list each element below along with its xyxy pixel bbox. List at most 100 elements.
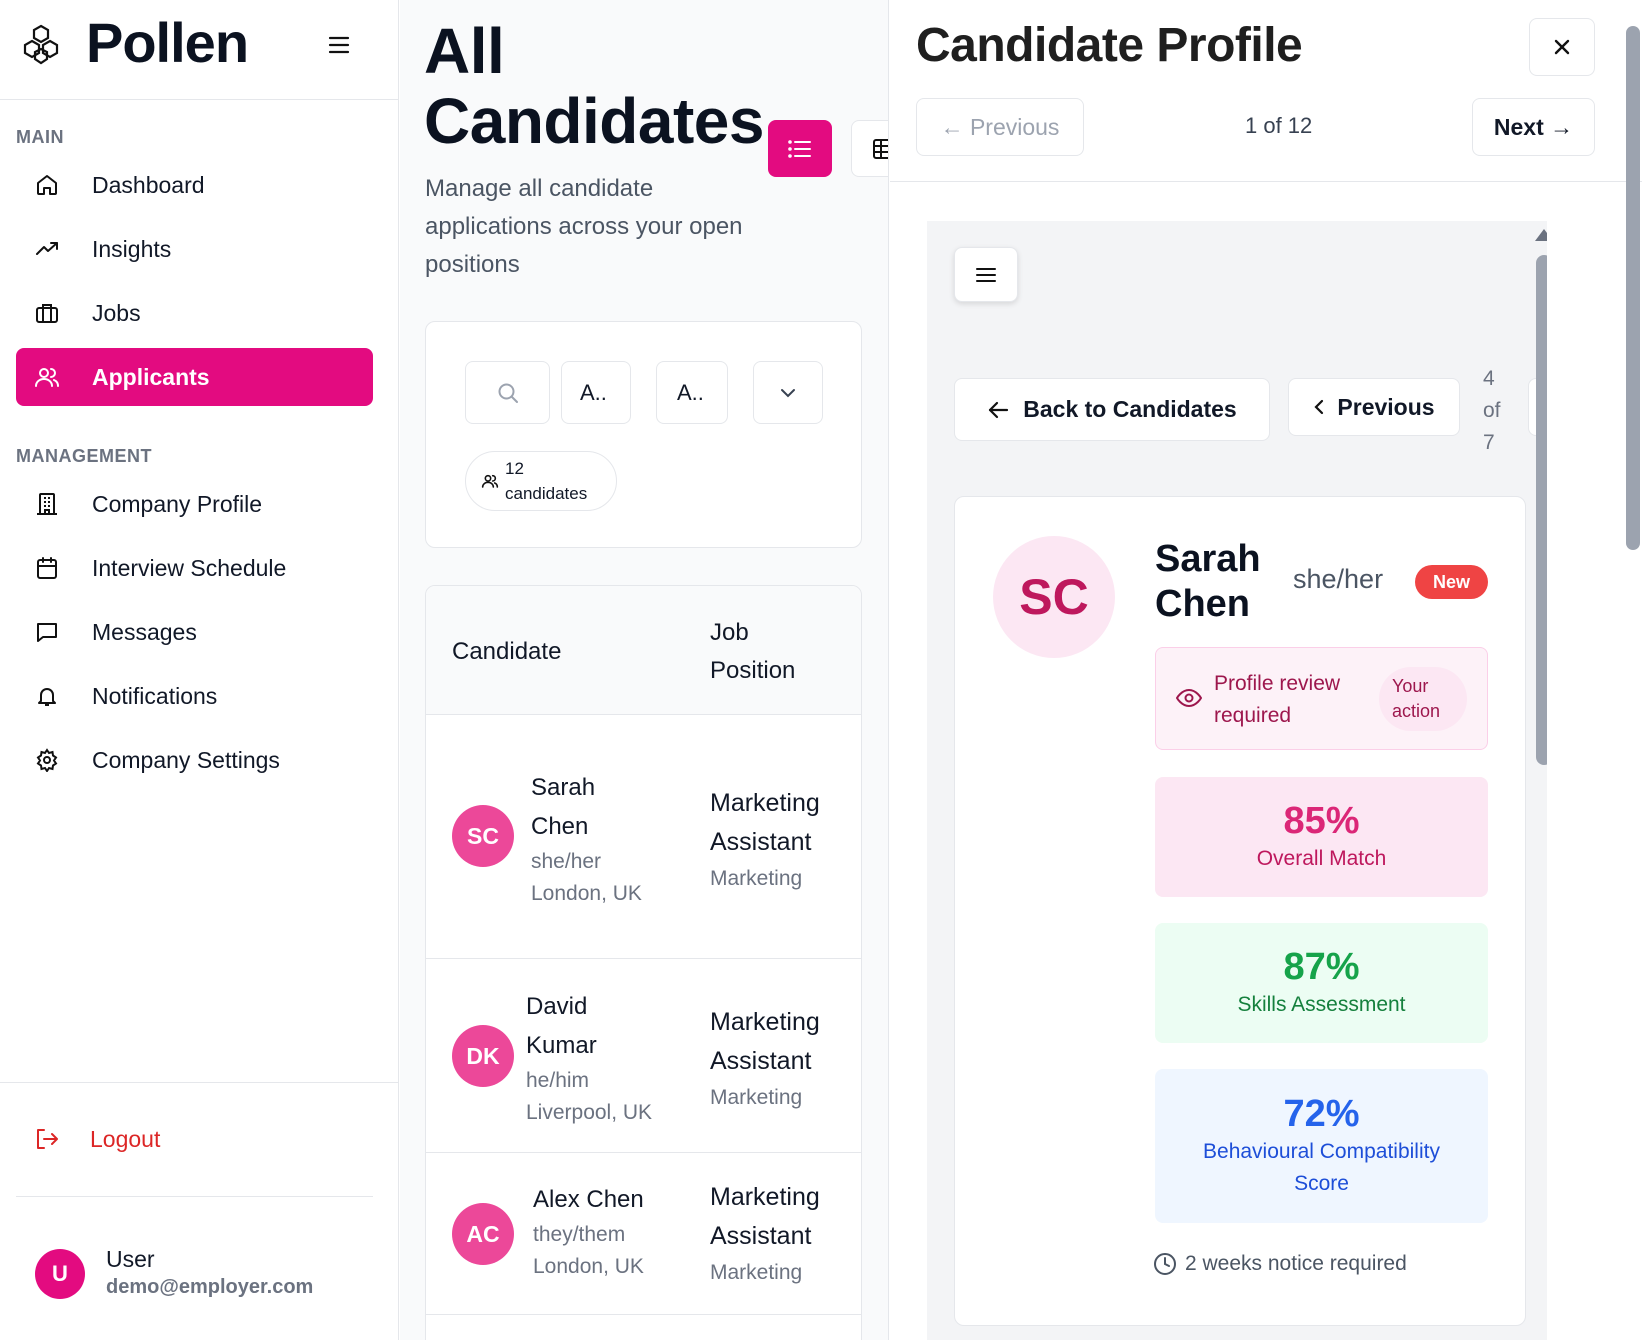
sidebar-item-label: Messages <box>92 618 197 645</box>
hamburger-icon[interactable] <box>328 34 350 56</box>
review-alert: Profile review required Your action <box>1155 647 1488 750</box>
count-number: 12 <box>505 459 524 478</box>
page-title-line: Candidates <box>424 85 764 157</box>
sidebar: Pollen MAIN Dashboard Insights Jobs Appl… <box>0 0 399 1340</box>
sidebar-item-jobs[interactable]: Jobs <box>16 284 373 342</box>
sidebar-item-label: Insights <box>92 235 172 262</box>
sidebar-item-insights[interactable]: Insights <box>16 220 373 278</box>
filter-value: A.. <box>677 379 704 405</box>
filter-card: A.. A.. 12 candidates <box>425 321 862 548</box>
header-line: Job <box>710 619 749 646</box>
candidate-location: London, UK <box>531 882 642 905</box>
back-label: Back to Candidates <box>1023 396 1237 422</box>
divider <box>890 181 1642 182</box>
score-label: Behavioural Compatibility <box>1203 1139 1440 1163</box>
grid-view-button[interactable] <box>851 120 888 177</box>
users-icon <box>33 363 61 391</box>
name-line: Chen <box>1155 583 1250 625</box>
trend-up-icon <box>33 235 61 263</box>
column-header-candidate[interactable]: Candidate <box>452 633 561 671</box>
content-menu-button[interactable] <box>954 247 1018 302</box>
action-line: Your <box>1392 676 1429 696</box>
review-text: Profile review required <box>1214 668 1340 732</box>
candidate-pronouns: she/her <box>531 850 602 873</box>
page-subtitle: Manage all candidate applications across… <box>425 170 743 284</box>
candidate-info: Alex Chen they/them London, UK <box>533 1180 644 1283</box>
sidebar-item-label: Interview Schedule <box>92 554 287 581</box>
sidebar-item-dashboard[interactable]: Dashboard <box>16 156 373 214</box>
gear-icon <box>33 746 61 774</box>
filter-select[interactable]: A.. <box>656 361 728 424</box>
counter-line: 7 <box>1483 431 1495 454</box>
score-card-overall-match: 85% Overall Match <box>1155 777 1488 897</box>
candidate-pronouns: they/them <box>533 1223 626 1246</box>
position-line: Assistant <box>710 1047 812 1075</box>
panel-title: Candidate Profile <box>916 19 1303 72</box>
sidebar-item-company-settings[interactable]: Company Settings <box>16 731 373 789</box>
back-to-candidates-button[interactable]: Back to Candidates <box>954 378 1270 441</box>
score-label: Skills Assessment <box>1237 992 1406 1016</box>
previous-button[interactable]: ← Previous <box>916 98 1084 156</box>
close-button[interactable] <box>1529 18 1595 76</box>
action-line: action <box>1392 701 1441 721</box>
users-icon <box>481 473 499 489</box>
hexagon-cluster-icon <box>20 24 62 66</box>
divider <box>0 99 399 100</box>
sort-dropdown[interactable] <box>753 361 823 424</box>
review-line: required <box>1214 704 1292 727</box>
candidate-info: Sarah Chen she/her London, UK <box>531 768 642 910</box>
scroll-up-arrow[interactable] <box>1535 229 1547 241</box>
search-input[interactable] <box>465 361 550 424</box>
sidebar-item-notifications[interactable]: Notifications <box>16 667 373 725</box>
sidebar-item-interview-schedule[interactable]: Interview Schedule <box>16 539 373 597</box>
outer-scrollbar-thumb[interactable] <box>1626 26 1640 550</box>
column-header-position[interactable]: Job Position <box>710 614 795 690</box>
score-card-skills-assessment: 87% Skills Assessment <box>1155 923 1488 1043</box>
filter-select[interactable]: A.. <box>561 361 631 424</box>
candidate-info: David Kumar he/him Liverpool, UK <box>526 987 652 1129</box>
close-icon <box>1552 37 1572 57</box>
inner-previous-label: Previous <box>1337 393 1435 420</box>
candidate-location: Liverpool, UK <box>526 1101 653 1124</box>
app-logo-text: Pollen <box>86 11 249 74</box>
sidebar-item-messages[interactable]: Messages <box>16 603 373 661</box>
score-label: Overall Match <box>1256 846 1387 870</box>
table-icon <box>872 138 888 160</box>
review-line: Profile review <box>1214 672 1341 695</box>
sidebar-item-applicants[interactable]: Applicants <box>16 348 373 406</box>
score-value: 85% <box>1283 799 1360 842</box>
name-line: Sarah <box>1155 538 1261 580</box>
sidebar-item-label: Jobs <box>92 299 141 326</box>
sidebar-item-label: Company Settings <box>92 746 280 773</box>
candidate-name: David <box>526 993 588 1020</box>
score-value: 72% <box>1283 1092 1360 1135</box>
sidebar-item-label: Notifications <box>92 682 218 709</box>
next-button[interactable]: Next → <box>1472 98 1595 156</box>
sidebar-item-label: Applicants <box>92 363 210 390</box>
chevron-down-icon <box>779 387 797 399</box>
table-row[interactable]: AC Alex Chen they/them London, UK Market… <box>426 1153 861 1315</box>
divider <box>0 1082 399 1083</box>
sidebar-item-company-profile[interactable]: Company Profile <box>16 475 373 533</box>
list-view-button[interactable] <box>768 120 832 177</box>
profile-content-area: Back to Candidates Previous 4 of 7 SC Sa… <box>927 221 1547 1340</box>
logout-label: Logout <box>90 1125 161 1152</box>
inner-scrollbar-thumb[interactable] <box>1536 255 1547 765</box>
score-card-behavioural-compatibility: 72% Behavioural Compatibility Score <box>1155 1069 1488 1223</box>
divider <box>16 1196 373 1197</box>
table-row[interactable]: SC Sarah Chen she/her London, UK Marketi… <box>426 715 861 959</box>
list-icon <box>788 139 812 159</box>
candidate-name: Sarah <box>531 774 596 801</box>
table-row[interactable]: DK David Kumar he/him Liverpool, UK Mark… <box>426 959 861 1153</box>
briefcase-icon <box>33 299 61 327</box>
status-badge: New <box>1415 565 1488 599</box>
message-icon <box>33 618 61 646</box>
avatar: SC <box>993 536 1115 658</box>
inner-previous-button[interactable]: Previous <box>1288 378 1460 436</box>
subtitle-line: Manage all candidate <box>425 175 654 202</box>
department: Marketing <box>710 1261 803 1284</box>
chevron-left-icon <box>1313 398 1325 416</box>
logout-button[interactable]: Logout <box>16 1111 373 1167</box>
profile-card: SC Sarah Chen she/her New Profile review… <box>954 496 1526 1326</box>
avatar[interactable]: U <box>35 1249 85 1299</box>
